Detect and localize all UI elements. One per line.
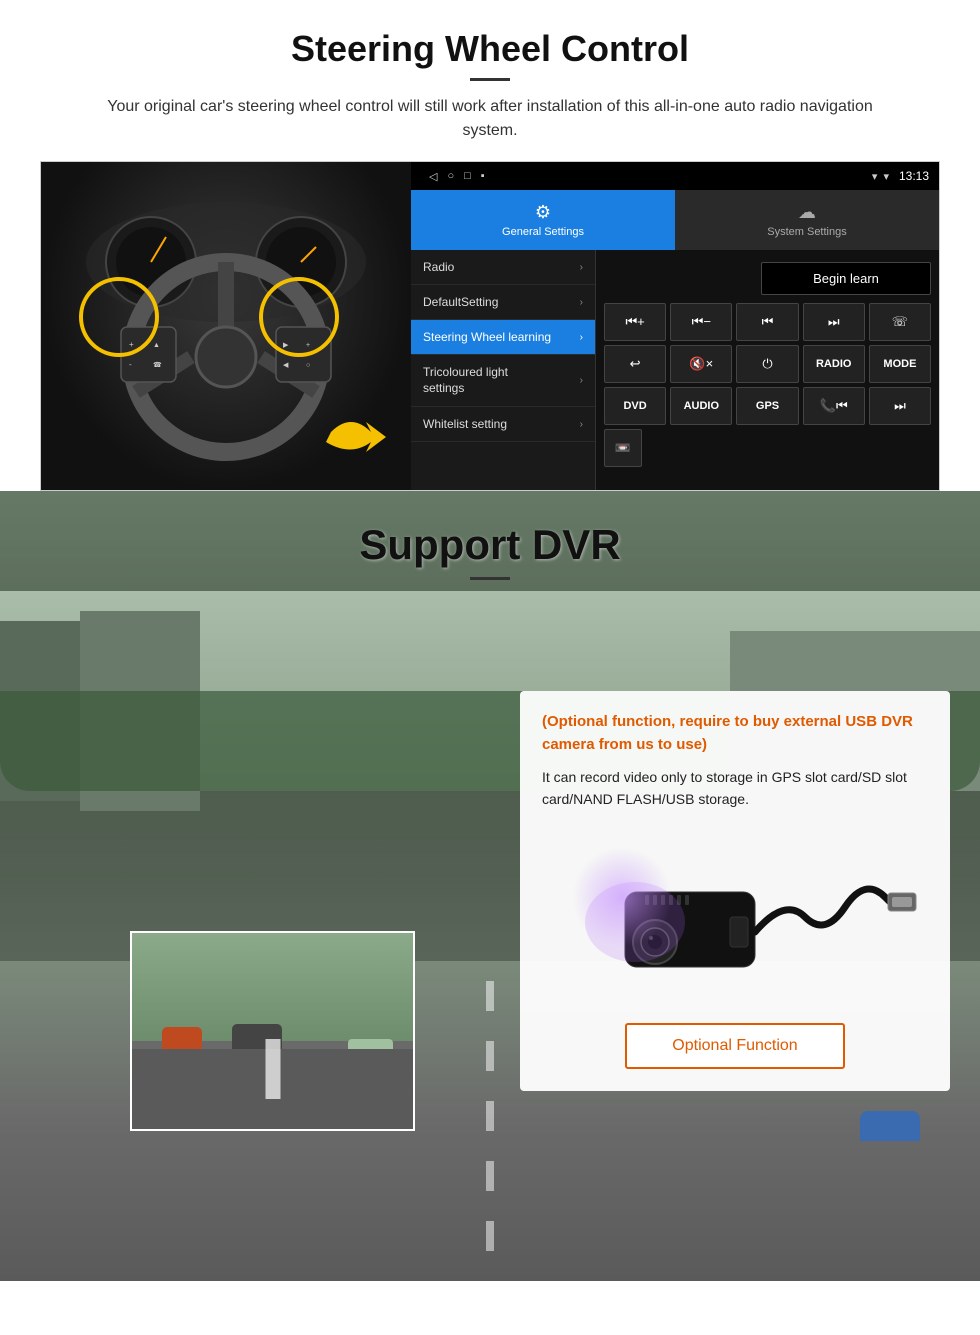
svg-text:◀: ◀	[283, 362, 289, 369]
menu-item-whitelist[interactable]: Whitelist setting ›	[411, 407, 595, 442]
system-icon: ☁	[798, 202, 816, 223]
menu-whitelist-label: Whitelist setting	[423, 417, 507, 431]
dvr-title: Support DVR	[0, 521, 980, 569]
steering-section: Steering Wheel Control Your original car…	[0, 0, 980, 491]
audio-btn[interactable]: AUDIO	[670, 387, 732, 425]
power-btn[interactable]: ⏻	[736, 345, 798, 383]
tab-system-label: System Settings	[767, 226, 846, 238]
back-icon[interactable]: ◁	[429, 170, 437, 183]
mode-btn[interactable]: MODE	[869, 345, 931, 383]
chevron-default-icon: ›	[580, 297, 583, 308]
yellow-circle-right	[259, 277, 339, 357]
dvr-section: Support DVR (Optional function, require …	[0, 491, 980, 1281]
statusbar-left: ◁ ○ □ ▪	[429, 170, 485, 183]
steering-title: Steering Wheel Control	[40, 28, 940, 70]
svg-text:☎: ☎	[153, 361, 162, 369]
road-marking	[265, 1039, 280, 1099]
dvd-btn[interactable]: DVD	[604, 387, 666, 425]
steering-subtitle: Your original car's steering wheel contr…	[90, 95, 890, 143]
gps-btn[interactable]: GPS	[736, 387, 798, 425]
chevron-radio-icon: ›	[580, 262, 583, 273]
mute-btn[interactable]: 🔇×	[670, 345, 732, 383]
menu-tricoloured-label: Tricoloured lightsettings	[423, 365, 508, 396]
button-grid: Begin learn ⏮+ ⏮− ⏮ ⏭ ☏ ↩ 🔇× ⏻	[596, 250, 939, 490]
android-tabs: ⚙ General Settings ☁ System Settings	[411, 190, 939, 250]
svg-text:-: -	[129, 360, 132, 369]
menu-item-steering[interactable]: Steering Wheel learning ›	[411, 320, 595, 355]
record-btn[interactable]: 📼	[604, 429, 642, 467]
vol-up-btn[interactable]: ⏮+	[604, 303, 666, 341]
dvr-screenshot-inner	[132, 933, 413, 1129]
recents-icon[interactable]: □	[464, 170, 471, 183]
vol-down-btn[interactable]: ⏮−	[670, 303, 732, 341]
menu-item-tricoloured[interactable]: Tricoloured lightsettings ›	[411, 355, 595, 407]
steering-composite: + - ▲ ☎ ▶ ◀ + ○ ◁	[40, 161, 940, 491]
menu-default-label: DefaultSetting	[423, 295, 498, 309]
gear-icon: ⚙	[535, 202, 551, 223]
dvr-desc-text: It can record video only to storage in G…	[542, 766, 928, 811]
tab-system[interactable]: ☁ System Settings	[675, 190, 939, 250]
prev-btn[interactable]: ⏮	[736, 303, 798, 341]
btn-row-1: ⏮+ ⏮− ⏮ ⏭ ☏	[604, 303, 931, 341]
status-time: 13:13	[899, 169, 929, 183]
btn-row-3: DVD AUDIO GPS 📞⏮ ⏭	[604, 387, 931, 425]
menu-item-default[interactable]: DefaultSetting ›	[411, 285, 595, 320]
svg-text:○: ○	[306, 362, 310, 369]
btn-row-4: 📼	[604, 429, 931, 467]
dvr-optional-text: (Optional function, require to buy exter…	[542, 711, 928, 756]
menu-icon[interactable]: ▪	[481, 170, 485, 183]
call-btn[interactable]: ☏	[869, 303, 931, 341]
optional-function-button[interactable]: Optional Function	[625, 1023, 845, 1069]
menu-radio-label: Radio	[423, 260, 454, 274]
btn-row-2: ↩ 🔇× ⏻ RADIO MODE	[604, 345, 931, 383]
title-divider	[470, 78, 510, 81]
android-statusbar: ◁ ○ □ ▪ ▾ ▾ 13:13	[411, 162, 939, 190]
chevron-tricoloured-icon: ›	[580, 375, 583, 386]
call-prev-btn[interactable]: 📞⏮	[803, 387, 865, 425]
android-panel: ◁ ○ □ ▪ ▾ ▾ 13:13 ⚙ General Settings ☁ S…	[411, 162, 939, 490]
svg-text:▲: ▲	[153, 342, 160, 349]
begin-learn-button[interactable]: Begin learn	[761, 262, 931, 295]
signal-icon: ▾	[872, 170, 878, 183]
menu-steering-label: Steering Wheel learning	[423, 330, 551, 344]
menu-item-radio[interactable]: Radio ›	[411, 250, 595, 285]
skip-btn[interactable]: ⏭	[869, 387, 931, 425]
light-burst	[572, 847, 672, 947]
next-btn[interactable]: ⏭	[803, 303, 865, 341]
dvr-screenshot	[130, 931, 415, 1131]
radio-btn[interactable]: RADIO	[803, 345, 865, 383]
tab-general-label: General Settings	[502, 226, 584, 238]
dvr-divider	[470, 577, 510, 580]
hangup-btn[interactable]: ↩	[604, 345, 666, 383]
android-content: Radio › DefaultSetting › Steering Wheel …	[411, 250, 939, 490]
yellow-arrow	[321, 402, 401, 462]
yellow-circle-left	[79, 277, 159, 357]
begin-learn-row: Begin learn	[604, 258, 931, 299]
steering-photo: + - ▲ ☎ ▶ ◀ + ○	[41, 162, 411, 491]
home-icon[interactable]: ○	[447, 170, 454, 183]
dvr-camera-image	[542, 827, 928, 1007]
dvr-info-card: (Optional function, require to buy exter…	[520, 691, 950, 1091]
chevron-whitelist-icon: ›	[580, 419, 583, 430]
tab-general[interactable]: ⚙ General Settings	[411, 190, 675, 250]
menu-list: Radio › DefaultSetting › Steering Wheel …	[411, 250, 596, 490]
chevron-steering-icon: ›	[580, 332, 583, 343]
wifi-icon: ▾	[883, 170, 889, 183]
